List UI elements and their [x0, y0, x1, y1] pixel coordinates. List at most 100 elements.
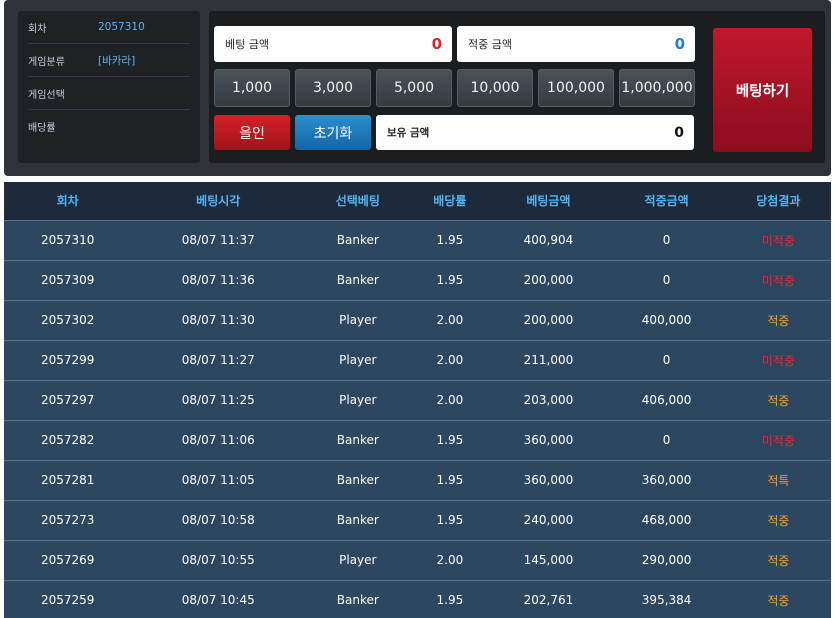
info-row-game-selection: 게임선택: [28, 77, 190, 110]
info-label: 회차: [28, 23, 47, 35]
win-amount-cell: 406,000: [607, 379, 726, 420]
column-header: 적중금액: [607, 182, 726, 220]
info-label: 게임분류: [28, 56, 65, 68]
result-cell: 적중: [725, 379, 831, 420]
column-header: 배당률: [410, 182, 490, 220]
chip-button-1000[interactable]: 1,000: [214, 69, 290, 107]
bet-panel: 회차 2057310 게임분류 [바카라] 게임선택 배당률 베팅 금액 0 적…: [4, 0, 831, 176]
win-amount-label: 적중 금액: [468, 38, 512, 51]
table-row: 2057297 08/07 11:25 Player 2.00 203,000 406,0…: [4, 379, 831, 420]
column-header: 베팅시각: [131, 182, 306, 220]
win-amount-cell: 290,000: [607, 539, 726, 580]
round-cell: 2057282: [4, 419, 132, 460]
win-amount-field: 적중 금액 0: [457, 26, 695, 62]
odds-cell: 2.00: [410, 539, 490, 580]
odds-cell: 1.95: [410, 459, 490, 500]
owned-amount-label: 보유 금액: [387, 127, 430, 139]
bet-history-table: 회차 베팅시각 선택베팅 배당률 베팅금액 적중금액 당첨결과 2057310 0…: [4, 182, 831, 618]
round-cell: 2057302: [4, 299, 132, 340]
bet-time-cell: 08/07 10:45: [131, 579, 306, 618]
result-cell: 미적중: [725, 219, 831, 260]
bet-time-cell: 08/07 11:36: [131, 259, 306, 300]
info-value: 2057310: [98, 21, 145, 33]
round-cell: 2057299: [4, 339, 132, 380]
round-cell: 2057281: [4, 459, 132, 500]
round-cell: 2057273: [4, 499, 132, 540]
pick-cell: Player: [305, 299, 411, 340]
table-row: 2057281 08/07 11:05 Banker 1.95 360,000 360,0…: [4, 459, 831, 500]
chip-button-100000[interactable]: 100,000: [538, 69, 614, 107]
column-header: 당첨결과: [725, 182, 831, 220]
pick-cell: Banker: [305, 219, 411, 260]
bet-amount-cell: 203,000: [489, 379, 608, 420]
round-cell: 2057297: [4, 379, 132, 420]
odds-cell: 1.95: [410, 259, 490, 300]
game-info-box: 회차 2057310 게임분류 [바카라] 게임선택 배당률: [18, 11, 200, 163]
chip-button-1000000[interactable]: 1,000,000: [619, 69, 695, 107]
table-body: 2057310 08/07 11:37 Banker 1.95 400,904 0 미적중 2…: [4, 219, 831, 618]
bet-amount-cell: 200,000: [489, 259, 608, 300]
table-row: 2057273 08/07 10:58 Banker 1.95 240,000 468,0…: [4, 499, 831, 540]
result-cell: 미적중: [725, 419, 831, 460]
table-row: 2057309 08/07 11:36 Banker 1.95 200,000 0 미적중: [4, 259, 831, 300]
win-amount-cell: 360,000: [607, 459, 726, 500]
chip-button-10000[interactable]: 10,000: [457, 69, 533, 107]
round-cell: 2057310: [4, 219, 132, 260]
bet-amount-cell: 211,000: [489, 339, 608, 380]
result-cell: 미적중: [725, 259, 831, 300]
odds-cell: 1.95: [410, 419, 490, 460]
all-in-button[interactable]: 올인: [214, 115, 290, 150]
result-cell: 적중: [725, 539, 831, 580]
bet-amount-cell: 360,000: [489, 419, 608, 460]
win-amount-cell: 0: [607, 419, 726, 460]
odds-cell: 2.00: [410, 379, 490, 420]
bet-amount-cell: 360,000: [489, 459, 608, 500]
round-cell: 2057259: [4, 579, 132, 618]
table-row: 2057269 08/07 10:55 Player 2.00 145,000 290,0…: [4, 539, 831, 580]
column-header: 회차: [4, 182, 132, 220]
odds-cell: 2.00: [410, 339, 490, 380]
table-row: 2057282 08/07 11:06 Banker 1.95 360,000 0 미적중: [4, 419, 831, 460]
result-cell: 적중: [725, 299, 831, 340]
result-cell: 미적중: [725, 339, 831, 380]
table-row: 2057259 08/07 10:45 Banker 1.95 202,761 395,3…: [4, 579, 831, 618]
bet-amount-value: 0: [431, 35, 442, 53]
win-amount-cell: 0: [607, 259, 726, 300]
bet-time-cell: 08/07 11:25: [131, 379, 306, 420]
bet-amount-cell: 240,000: [489, 499, 608, 540]
odds-cell: 1.95: [410, 219, 490, 260]
info-row-odds: 배당률: [28, 110, 190, 143]
column-header: 베팅금액: [489, 182, 608, 220]
pick-cell: Banker: [305, 259, 411, 300]
info-value: [바카라]: [98, 54, 136, 67]
win-amount-cell: 395,384: [607, 579, 726, 618]
pick-cell: Banker: [305, 579, 411, 618]
reset-button[interactable]: 초기화: [295, 115, 371, 150]
info-label: 배당률: [28, 123, 56, 134]
result-cell: 적중: [725, 499, 831, 540]
pick-cell: Banker: [305, 459, 411, 500]
place-bet-button[interactable]: 베팅하기: [713, 28, 812, 152]
bet-time-cell: 08/07 10:58: [131, 499, 306, 540]
bet-amount-cell: 202,761: [489, 579, 608, 618]
bet-amount-field: 베팅 금액 0: [214, 26, 452, 62]
bet-amount-label: 베팅 금액: [225, 38, 269, 51]
bet-amount-cell: 400,904: [489, 219, 608, 260]
win-amount-cell: 468,000: [607, 499, 726, 540]
odds-cell: 1.95: [410, 499, 490, 540]
table-row: 2057302 08/07 11:30 Player 2.00 200,000 400,0…: [4, 299, 831, 340]
pick-cell: Banker: [305, 419, 411, 460]
table-row: 2057310 08/07 11:37 Banker 1.95 400,904 0 미적중: [4, 219, 831, 260]
pick-cell: Player: [305, 379, 411, 420]
chip-button-5000[interactable]: 5,000: [376, 69, 452, 107]
win-amount-cell: 400,000: [607, 299, 726, 340]
bet-amount-cell: 200,000: [489, 299, 608, 340]
column-header: 선택베팅: [305, 182, 411, 220]
result-cell: 적특: [725, 459, 831, 500]
bet-controls: 베팅 금액 0 적중 금액 0 1,000 3,000 5,000 10,000…: [209, 11, 825, 163]
result-cell: 적중: [725, 579, 831, 618]
info-row-game-category: 게임분류 [바카라]: [28, 44, 190, 77]
bet-time-cell: 08/07 11:37: [131, 219, 306, 260]
win-amount-value: 0: [674, 35, 685, 53]
chip-button-3000[interactable]: 3,000: [295, 69, 371, 107]
